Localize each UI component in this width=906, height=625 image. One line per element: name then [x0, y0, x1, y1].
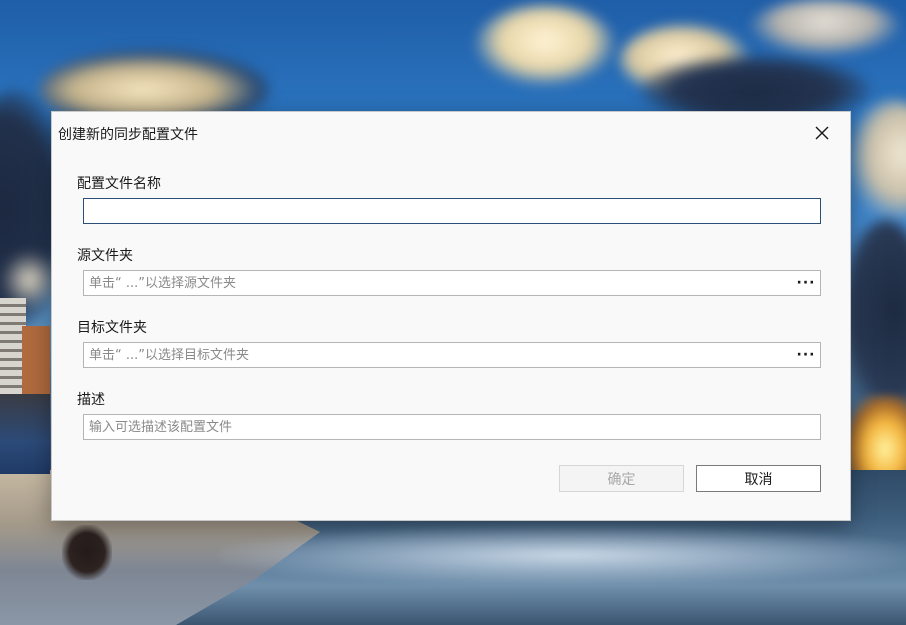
wallpaper-pier: [0, 394, 50, 474]
description-input[interactable]: [83, 414, 821, 440]
wallpaper-cloud: [750, 0, 900, 55]
target-folder-input[interactable]: [83, 342, 821, 368]
desktop-background: 创建新的同步配置文件 配置文件名称 源文件夹 ··· 目标文件夹 ··· 描述 …: [0, 0, 906, 625]
profile-name-input[interactable]: [83, 198, 821, 224]
wallpaper-figure: [62, 525, 112, 580]
ok-button[interactable]: 确定: [559, 465, 684, 492]
description-label: 描述: [77, 392, 105, 408]
source-folder-input[interactable]: [83, 270, 821, 296]
create-sync-profile-dialog: 创建新的同步配置文件 配置文件名称 源文件夹 ··· 目标文件夹 ··· 描述 …: [51, 111, 851, 521]
wallpaper-building: [22, 326, 50, 398]
wallpaper-cloud: [475, 5, 615, 85]
close-icon: [815, 126, 829, 140]
target-folder-browse-button[interactable]: ···: [794, 343, 818, 367]
cancel-button[interactable]: 取消: [696, 465, 821, 492]
target-folder-label: 目标文件夹: [77, 320, 147, 336]
profile-name-label: 配置文件名称: [77, 176, 161, 192]
close-button[interactable]: [808, 120, 836, 146]
source-folder-label: 源文件夹: [77, 248, 133, 264]
wallpaper-cloud: [848, 100, 906, 220]
source-folder-browse-button[interactable]: ···: [794, 271, 818, 295]
wallpaper-foam: [220, 525, 906, 585]
dialog-title: 创建新的同步配置文件: [58, 127, 198, 143]
